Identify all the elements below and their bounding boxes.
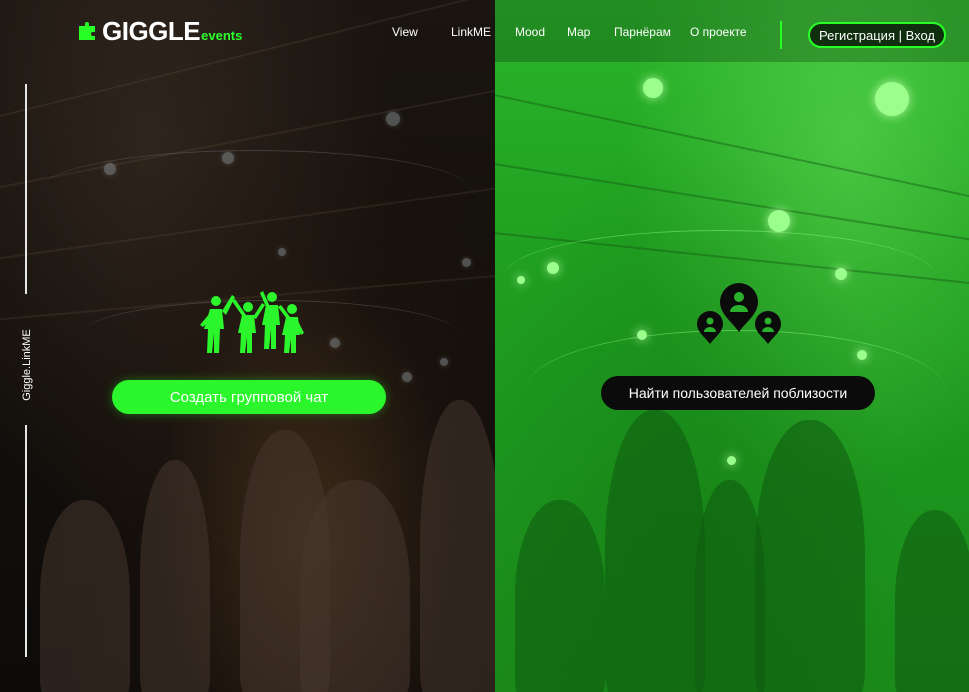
crowd-silhouette — [40, 500, 130, 692]
crowd-silhouette — [515, 500, 605, 692]
light-bulb — [835, 268, 847, 280]
light-bulb — [440, 358, 448, 366]
nav-item-map[interactable]: Map — [567, 25, 590, 39]
light-bulb — [857, 350, 867, 360]
crowd-silhouette — [895, 510, 969, 692]
nav-divider — [780, 21, 782, 49]
find-nearby-users-button[interactable]: Найти пользователей поблизости — [601, 376, 875, 410]
light-bulb — [727, 456, 736, 465]
light-bulb — [875, 82, 909, 116]
nearby-users-icon — [697, 283, 781, 344]
create-group-chat-button[interactable]: Создать групповой чат — [112, 380, 386, 414]
light-bulb — [222, 152, 234, 164]
light-bulb — [386, 112, 400, 126]
crowd-silhouette — [300, 480, 410, 692]
nav-item-about[interactable]: О проекте — [690, 25, 747, 39]
crowd-silhouette — [605, 410, 705, 692]
light-bulb — [462, 258, 471, 267]
nav-item-mood[interactable]: Mood — [515, 25, 545, 39]
crowd-silhouette — [140, 460, 210, 692]
party-people-icon — [200, 291, 304, 353]
brand-logo[interactable]: GIGGLE events — [78, 18, 242, 44]
crowd-silhouette — [755, 420, 865, 692]
nav-item-view[interactable]: View — [392, 25, 418, 39]
side-divider-bottom — [25, 425, 27, 657]
light-bulb — [768, 210, 790, 232]
light-bulb — [402, 372, 412, 382]
nav-item-partners[interactable]: Парнёрам — [614, 25, 671, 39]
crowd-silhouette — [420, 400, 495, 692]
light-bulb — [104, 163, 116, 175]
side-divider-top — [25, 84, 27, 294]
light-bulb — [547, 262, 559, 274]
top-navigation-bar: GIGGLE events View LinkME Mood Map Парнё… — [0, 0, 969, 64]
puzzle-logo-icon — [79, 22, 95, 40]
light-string — [40, 150, 470, 231]
light-bulb — [278, 248, 286, 256]
light-bulb — [330, 338, 340, 348]
light-bulb — [637, 330, 647, 340]
brand-name: GIGGLE — [102, 16, 201, 46]
brand-suffix: events — [201, 28, 243, 43]
light-bulb — [517, 276, 525, 284]
register-login-button[interactable]: Регистрация | Вход — [808, 22, 946, 48]
side-vertical-label: Giggle.LinkME — [21, 329, 33, 401]
crowd-silhouette — [695, 480, 765, 692]
nav-item-linkme[interactable]: LinkME — [451, 25, 491, 39]
light-bulb — [643, 78, 663, 98]
